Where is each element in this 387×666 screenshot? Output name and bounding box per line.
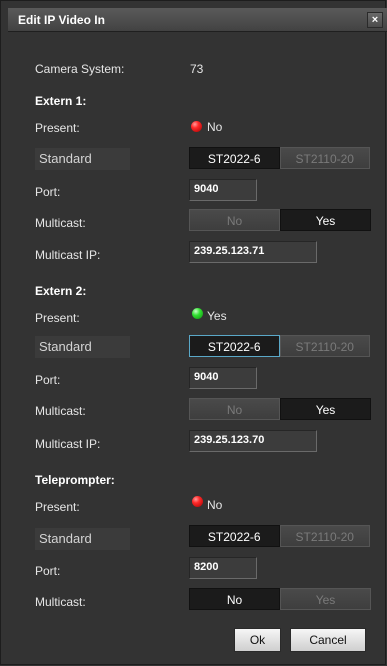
- extern1-standard-label: Standard: [35, 148, 130, 170]
- teleprompter-port-value: 8200: [194, 561, 219, 573]
- extern1-multicast-ip-label: Multicast IP:: [35, 248, 101, 262]
- title-bar: Edit IP Video In ×: [8, 8, 387, 32]
- close-icon[interactable]: ×: [367, 12, 383, 28]
- extern1-standard-st2110-20[interactable]: ST2110-20: [279, 147, 370, 169]
- teleprompter-status-led-icon: [192, 496, 203, 507]
- teleprompter-multicast-label: Multicast:: [35, 595, 86, 609]
- teleprompter-multicast-toggle: No Yes: [189, 588, 371, 610]
- teleprompter-standard-st2022-6[interactable]: ST2022-6: [189, 525, 280, 547]
- teleprompter-standard-toggle: ST2022-6 ST2110-20: [189, 525, 370, 547]
- extern1-status-led-icon: [191, 121, 202, 132]
- extern2-standard-st2022-6[interactable]: ST2022-6: [189, 335, 280, 357]
- teleprompter-standard-st2110-20[interactable]: ST2110-20: [279, 525, 370, 547]
- extern1-port-label: Port:: [35, 185, 61, 199]
- extern2-port-value: 9040: [194, 371, 219, 383]
- extern1-heading: Extern 1:: [35, 94, 87, 108]
- extern1-present-value: No: [207, 120, 223, 134]
- extern2-status-led-icon: [192, 308, 203, 319]
- extern1-standard-toggle: ST2022-6 ST2110-20: [189, 147, 370, 169]
- teleprompter-standard-label: Standard: [35, 528, 130, 550]
- extern2-standard-label: Standard: [35, 336, 130, 358]
- extern2-multicast-toggle: No Yes: [189, 398, 371, 420]
- extern2-standard-st2110-20[interactable]: ST2110-20: [279, 335, 370, 357]
- dialog-title: Edit IP Video In: [18, 13, 105, 27]
- teleprompter-multicast-no[interactable]: No: [189, 588, 280, 610]
- extern1-multicast-label: Multicast:: [35, 216, 86, 230]
- extern2-multicast-no[interactable]: No: [189, 398, 280, 420]
- extern1-multicast-toggle: No Yes: [189, 209, 371, 231]
- camera-system-label: Camera System:: [35, 62, 125, 76]
- extern2-present-value: Yes: [207, 309, 227, 323]
- extern2-standard-toggle: ST2022-6 ST2110-20: [189, 335, 370, 357]
- extern2-multicast-ip-label: Multicast IP:: [35, 437, 101, 451]
- extern1-present-label: Present:: [35, 121, 80, 135]
- extern1-port-input[interactable]: 9040: [189, 179, 257, 201]
- teleprompter-heading: Teleprompter:: [35, 473, 115, 487]
- extern2-multicast-ip-input[interactable]: 239.25.123.70: [189, 430, 317, 452]
- teleprompter-multicast-yes[interactable]: Yes: [280, 588, 371, 610]
- ok-button[interactable]: Ok: [234, 628, 281, 652]
- extern1-multicast-no[interactable]: No: [189, 209, 280, 231]
- teleprompter-present-value: No: [207, 498, 223, 512]
- extern2-present-label: Present:: [35, 311, 80, 325]
- extern1-multicast-yes[interactable]: Yes: [280, 209, 371, 231]
- extern2-multicast-yes[interactable]: Yes: [280, 398, 371, 420]
- extern1-standard-st2022-6[interactable]: ST2022-6: [189, 147, 280, 169]
- extern2-multicast-ip-value: 239.25.123.70: [194, 434, 265, 446]
- extern2-port-input[interactable]: 9040: [189, 367, 257, 389]
- extern1-multicast-ip-value: 239.25.123.71: [194, 245, 265, 257]
- extern2-multicast-label: Multicast:: [35, 404, 86, 418]
- extern2-heading: Extern 2:: [35, 284, 87, 298]
- extern1-port-value: 9040: [194, 183, 219, 195]
- teleprompter-port-input[interactable]: 8200: [189, 557, 257, 579]
- teleprompter-present-label: Present:: [35, 500, 80, 514]
- extern1-multicast-ip-input[interactable]: 239.25.123.71: [189, 241, 317, 263]
- camera-system-value: 73: [190, 62, 204, 76]
- teleprompter-port-label: Port:: [35, 564, 61, 578]
- cancel-button[interactable]: Cancel: [290, 628, 366, 652]
- extern2-port-label: Port:: [35, 373, 61, 387]
